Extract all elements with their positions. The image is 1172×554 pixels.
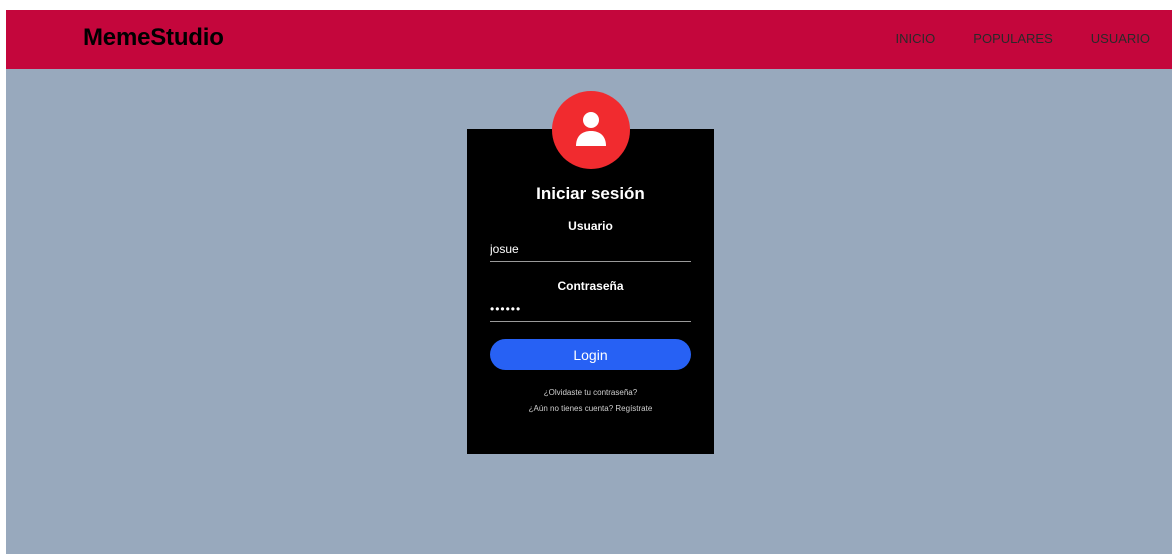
user-icon bbox=[576, 112, 606, 146]
password-label: Contraseña bbox=[557, 279, 624, 293]
navbar: MemeStudio INICIO POPULARES USUARIO bbox=[6, 10, 1172, 69]
forgot-password-link[interactable]: ¿Olvidaste tu contraseña? bbox=[467, 388, 714, 397]
register-link[interactable]: ¿Aún no tienes cuenta? Regístrate bbox=[467, 404, 714, 413]
login-card: Iniciar sesión Usuario Contraseña Login … bbox=[467, 129, 714, 454]
login-button[interactable]: Login bbox=[490, 339, 691, 370]
nav-links: INICIO POPULARES USUARIO bbox=[858, 31, 1150, 46]
avatar bbox=[552, 91, 630, 169]
username-label: Usuario bbox=[568, 219, 613, 233]
nav-link-inicio[interactable]: INICIO bbox=[896, 31, 936, 46]
brand-logo[interactable]: MemeStudio bbox=[83, 24, 224, 52]
login-title: Iniciar sesión bbox=[536, 184, 645, 203]
username-input[interactable] bbox=[490, 239, 691, 262]
password-input[interactable] bbox=[490, 299, 691, 322]
nav-link-usuario[interactable]: USUARIO bbox=[1091, 31, 1150, 46]
nav-link-populares[interactable]: POPULARES bbox=[973, 31, 1052, 46]
